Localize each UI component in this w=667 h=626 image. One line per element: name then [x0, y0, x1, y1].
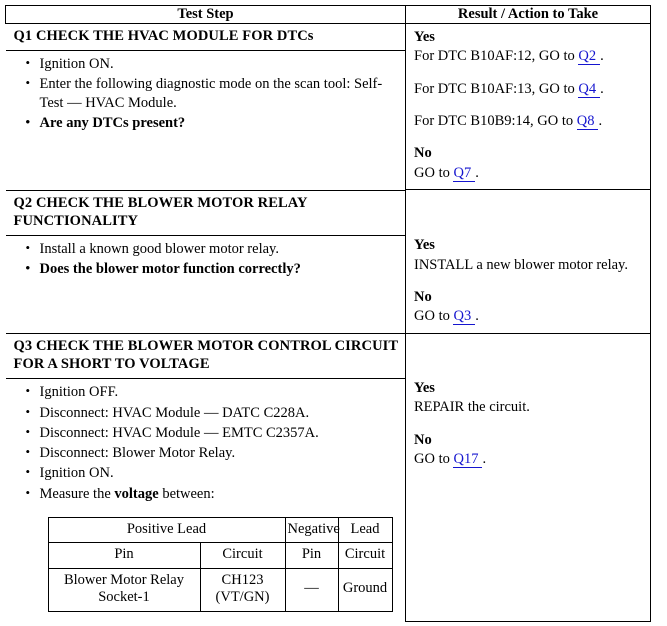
cell-text-line1: Blower Motor Relay: [63, 571, 184, 588]
result-text: INSTALL a new blower motor relay.: [414, 256, 628, 273]
list-item: Are any DTCs present?: [26, 113, 398, 133]
section-steps-q2: Install a known good blower motor relay.…: [6, 236, 406, 287]
result-suffix: .: [598, 112, 603, 129]
result-yes-label: Yes: [414, 379, 435, 396]
result-text: For DTC B10AF:13, GO to: [414, 80, 579, 97]
group-header-lead: Lead: [337, 517, 393, 544]
result-block-q1: Yes For DTC B10AF:12, GO to Q2. For DTC …: [406, 24, 650, 190]
link-q2[interactable]: Q2: [578, 48, 601, 66]
cell-positive-pin: Blower Motor Relay Socket-1: [47, 567, 201, 612]
q3-result-cell: Yes REPAIR the circuit. No GO to Q17.: [405, 332, 651, 623]
link-q7[interactable]: Q7: [453, 164, 476, 182]
list-item: Disconnect: HVAC Module — EMTC C2357A.: [26, 423, 398, 443]
section-row-q3: Q3 CHECK THE BLOWER MOTOR CONTROL CIRCUI…: [5, 332, 651, 623]
result-suffix: .: [600, 80, 604, 97]
result-text: For DTC B10AF:12, GO to: [414, 48, 579, 65]
result-no-label: No: [414, 145, 432, 162]
cell-negative-pin: —: [284, 567, 339, 612]
list-item: Ignition ON.: [26, 463, 398, 483]
cell-text-line1: CH123: [221, 571, 264, 588]
group-header-positive-lead: Positive Lead: [47, 517, 286, 544]
result-line: For DTC B10AF:12, GO to Q2.: [414, 47, 644, 66]
result-yes-label: Yes: [414, 237, 435, 254]
list-item: Ignition ON.: [26, 54, 398, 74]
measurement-table-wrap: Positive Lead Negative Lead Pin Circuit …: [14, 505, 398, 616]
section-title-q1: Q1 CHECK THE HVAC MODULE FOR DTCs: [13, 27, 314, 44]
q3-step-cell: Q3 CHECK THE BLOWER MOTOR CONTROL CIRCUI…: [5, 333, 406, 622]
section-title-q3: Q3 CHECK THE BLOWER MOTOR CONTROL CIRCUI…: [13, 338, 398, 373]
q1-step-cell: Q1 CHECK THE HVAC MODULE FOR DTCs Igniti…: [5, 23, 406, 190]
list-item: Does the blower motor function correctly…: [26, 259, 398, 279]
list-item: Install a known good blower motor relay.: [26, 239, 398, 259]
result-block-q3: Yes REPAIR the circuit. No GO to Q17.: [406, 334, 650, 476]
result-text: For DTC B10B9:14, GO to: [414, 112, 577, 129]
result-line: For DTC B10B9:14, GO to Q8.: [414, 112, 644, 131]
cell-text-line2: Socket-1: [98, 589, 150, 606]
result-suffix: .: [482, 451, 487, 468]
result-line: REPAIR the circuit.: [414, 398, 644, 417]
emphasised-term: voltage: [114, 485, 159, 502]
link-q4[interactable]: Q4: [578, 80, 601, 98]
list-item: Disconnect: Blower Motor Relay.: [26, 443, 398, 463]
result-line: GO to Q17.: [414, 450, 644, 469]
column-header-result-action: Result / Action to Take: [405, 5, 651, 24]
cell-negative-circuit: Ground: [337, 567, 393, 612]
section-row-q1: Q1 CHECK THE HVAC MODULE FOR DTCs Igniti…: [5, 22, 651, 191]
sub-header-negative-circuit: Circuit: [337, 542, 393, 569]
result-line: INSTALL a new blower motor relay.: [414, 256, 644, 275]
result-line: GO to Q3.: [414, 307, 644, 326]
result-suffix: .: [475, 308, 479, 325]
pinpoint-test-table: Test Step Result / Action to Take Q1 CHE…: [5, 5, 651, 623]
link-q17[interactable]: Q17: [453, 451, 483, 469]
section-steps-q3: Ignition OFF. Disconnect: HVAC Module — …: [6, 379, 406, 621]
q2-result-cell: Yes INSTALL a new blower motor relay. No…: [405, 189, 651, 334]
section-steps-q1: Ignition ON. Enter the following diagnos…: [6, 51, 406, 141]
list-item: Ignition OFF.: [26, 382, 398, 402]
result-yes-label: Yes: [414, 28, 435, 45]
result-no-label: No: [414, 289, 432, 306]
list-item: Enter the following diagnostic mode on t…: [26, 74, 398, 114]
result-line: For DTC B10AF:13, GO to Q4.: [414, 80, 644, 99]
result-text: GO to: [414, 451, 454, 468]
list-item-measure: Measure the voltage between:: [26, 484, 398, 504]
sub-header-positive-pin: Pin: [47, 542, 201, 569]
result-suffix: .: [475, 164, 479, 181]
result-no-label: No: [414, 431, 432, 448]
q2-step-cell: Q2 CHECK THE BLOWER MOTOR RELAY FUNCTION…: [5, 189, 406, 334]
result-text: GO to: [414, 308, 454, 325]
result-block-q2: Yes INSTALL a new blower motor relay. No…: [406, 190, 650, 333]
measurement-table: Positive Lead Negative Lead Pin Circuit …: [47, 517, 393, 612]
group-header-negative: Negative: [284, 517, 340, 544]
sub-header-negative-pin: Pin: [284, 542, 339, 569]
sub-header-positive-circuit: Circuit: [199, 542, 286, 569]
section-row-q2: Q2 CHECK THE BLOWER MOTOR RELAY FUNCTION…: [5, 189, 651, 334]
pinpoint-test-page: Test Step Result / Action to Take Q1 CHE…: [0, 0, 667, 626]
column-header-test-step: Test Step: [5, 5, 406, 24]
measurement-group-header-row: Positive Lead Negative Lead: [47, 517, 393, 544]
result-suffix: .: [600, 48, 604, 65]
table-row: Blower Motor Relay Socket-1 CH123 (VT/GN…: [47, 567, 393, 612]
result-text: REPAIR the circuit.: [414, 399, 530, 416]
measurement-sub-header-row: Pin Circuit Pin Circuit: [47, 542, 393, 569]
cell-text-line2: (VT/GN): [215, 589, 270, 606]
list-item: Disconnect: HVAC Module — DATC C228A.: [26, 403, 398, 423]
link-q3[interactable]: Q3: [453, 308, 476, 326]
q1-result-cell: Yes For DTC B10AF:12, GO to Q2. For DTC …: [405, 22, 651, 191]
section-title-q2: Q2 CHECK THE BLOWER MOTOR RELAY FUNCTION…: [13, 194, 308, 229]
link-q8[interactable]: Q8: [576, 112, 599, 130]
result-line: GO to Q7.: [414, 164, 644, 183]
table-header-row: Test Step Result / Action to Take: [5, 5, 651, 24]
result-text: GO to: [414, 164, 454, 181]
cell-positive-circuit: CH123 (VT/GN): [199, 567, 286, 612]
